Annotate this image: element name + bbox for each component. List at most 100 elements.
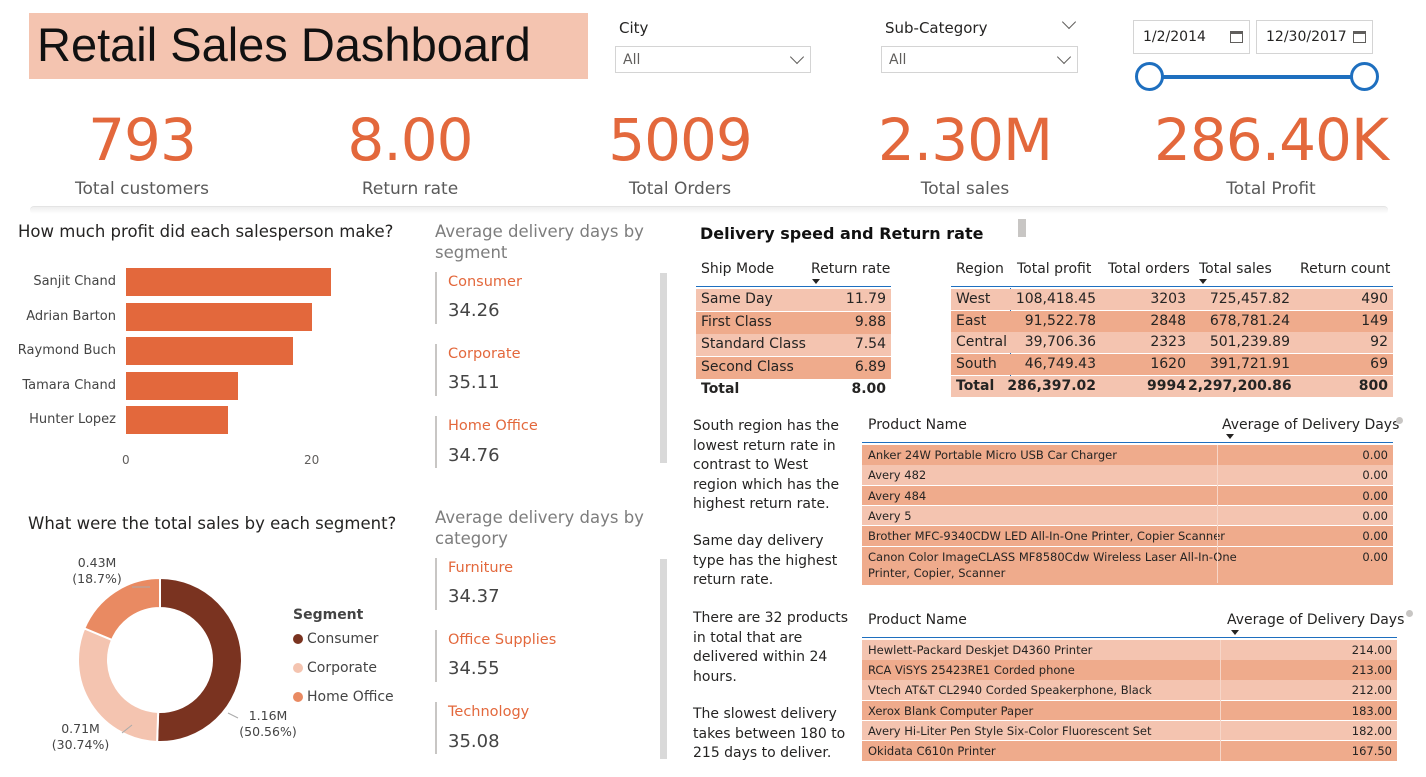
product-name-cell: Vtech AT&T CL2940 Corded Speakerphone, B…	[868, 683, 1152, 698]
profit-bar[interactable]	[126, 268, 331, 296]
sort-desc-icon[interactable]	[1199, 279, 1207, 284]
category-cards-scrollbar[interactable]	[660, 559, 667, 759]
header-underline	[696, 286, 891, 287]
sort-asc-icon[interactable]	[1226, 434, 1234, 439]
product-name-wrap: Printer, Copier, Scanner	[868, 566, 1006, 580]
column-divider	[1217, 445, 1218, 583]
card-accent	[435, 272, 437, 324]
region-total-cell: 2,297,200.86	[1188, 378, 1292, 394]
segment-card-value: 34.26	[448, 300, 500, 321]
fast-products-header[interactable]: Average of Delivery Days	[1222, 417, 1399, 433]
slow-products-header[interactable]: Product Name	[868, 612, 967, 628]
delivery-days-cell: 212.00	[1351, 683, 1392, 698]
chevron-down-icon	[1056, 49, 1072, 65]
date-range-end-handle[interactable]	[1350, 62, 1379, 91]
ship-table-header[interactable]: Ship Mode	[701, 261, 774, 277]
return-rate-cell: 7.54	[854, 336, 886, 352]
profit-bar[interactable]	[126, 371, 238, 400]
product-name-cell: Xerox Blank Computer Paper	[868, 703, 1034, 718]
delivery-days-cell: 214.00	[1351, 643, 1392, 657]
x-axis-tick: 20	[304, 453, 320, 467]
speed-section-title: Delivery speed and Return rate	[700, 224, 984, 243]
legend-item-corporate[interactable]: Corporate	[293, 660, 377, 676]
legend-item-consumer[interactable]: Consumer	[293, 631, 378, 647]
kpi-return-rate-label: Return rate	[361, 179, 459, 199]
end-date-input[interactable]: 12/30/2017	[1256, 20, 1373, 54]
profit-bar[interactable]	[126, 302, 312, 331]
calendar-icon[interactable]	[1230, 31, 1243, 43]
card-accent	[435, 702, 437, 754]
card-accent	[435, 630, 437, 682]
category-card-name: Furniture	[448, 560, 514, 576]
table-row[interactable]	[862, 505, 1393, 526]
donut-label-value: 0.71M	[61, 721, 100, 736]
date-range-track[interactable]	[1149, 75, 1364, 79]
region-table-header[interactable]: Total profit	[1017, 261, 1091, 277]
kpi-divider	[30, 206, 1388, 214]
scroll-handle[interactable]	[1018, 219, 1026, 237]
bar-label: Sanjit Chand	[33, 274, 116, 289]
profit-bar[interactable]	[126, 337, 294, 365]
region-table-header[interactable]: Region	[956, 261, 1004, 277]
segment-card-value: 35.11	[448, 372, 500, 393]
return-rate-cell: 11.79	[845, 291, 886, 307]
calendar-icon[interactable]	[1353, 31, 1366, 43]
table-row[interactable]	[862, 465, 1393, 485]
return-rate-cell: 9.88	[854, 313, 886, 330]
delivery-days-cell: 0.00	[1362, 468, 1388, 483]
product-name-cell: Anker 24W Portable Micro USB Car Charger	[868, 448, 1117, 462]
header-underline	[862, 442, 1393, 443]
category-card-name: Office Supplies	[448, 632, 557, 648]
ship-mode-cell: First Class	[701, 313, 772, 330]
region-cell: 501,239.89	[1209, 334, 1290, 351]
region-table-header[interactable]: Return count	[1300, 261, 1390, 277]
region-total-cell: 286,397.02	[1007, 378, 1096, 394]
segment-cards-scrollbar[interactable]	[660, 273, 667, 463]
region-cell: 3203	[1150, 291, 1186, 307]
delivery-days-cell: 0.00	[1362, 549, 1388, 564]
region-total-cell: 9994	[1147, 378, 1186, 394]
table-row[interactable]	[862, 485, 1393, 506]
start-date-input[interactable]: 1/2/2014	[1133, 20, 1250, 54]
kpi-total-orders-label: Total Orders	[628, 179, 732, 199]
product-name-cell: Hewlett-Packard Deskjet D4360 Printer	[868, 643, 1093, 657]
segment-card-name: Corporate	[448, 346, 521, 362]
profit-bar[interactable]	[126, 406, 229, 434]
slow-products-header[interactable]: Average of Delivery Days	[1227, 612, 1404, 628]
legend-item-home-office[interactable]: Home Office	[293, 689, 394, 705]
city-dropdown[interactable]: All	[615, 46, 811, 73]
product-name-cell: Avery 5	[868, 508, 912, 523]
product-name-cell: Avery 482	[868, 468, 927, 483]
region-cell: East	[956, 312, 987, 329]
region-cell: 391,721.91	[1209, 356, 1290, 373]
title-banner: Retail Sales Dashboard	[29, 13, 588, 79]
region-cell: 69	[1370, 356, 1388, 373]
legend-dot	[293, 663, 303, 673]
fast-products-header[interactable]: Product Name	[868, 417, 967, 433]
region-total-label: Total	[956, 378, 995, 394]
product-name-cell: Brother MFC-9340CDW LED All-In-One Print…	[868, 529, 1225, 544]
end-date-value: 12/30/2017	[1266, 29, 1347, 45]
sort-desc-icon[interactable]	[812, 279, 820, 284]
legend-dot	[293, 634, 303, 644]
page-title: Retail Sales Dashboard	[37, 18, 531, 71]
product-name-cell: RCA ViSYS 25423RE1 Corded phone	[868, 663, 1075, 678]
sort-desc-icon[interactable]	[1231, 630, 1239, 635]
salesperson-chart-title: How much profit did each salesperson mak…	[18, 222, 394, 241]
kpi-return-rate-value: 8.00	[347, 106, 473, 174]
more-options-icon[interactable]	[1406, 610, 1413, 617]
kpi-total-profit-value: 286.40K	[1154, 106, 1389, 174]
region-table-header[interactable]: Total sales	[1199, 261, 1272, 277]
subcategory-dropdown[interactable]: All	[881, 46, 1078, 73]
category-card-value: 35.08	[448, 731, 500, 752]
insight-text: The slowest delivery takes between 180 t…	[693, 706, 846, 761]
region-cell: West	[956, 291, 991, 307]
more-options-icon[interactable]	[1396, 417, 1403, 424]
region-cell: 2848	[1150, 312, 1186, 329]
date-range-start-handle[interactable]	[1135, 62, 1164, 91]
region-table-header[interactable]: Total orders	[1108, 261, 1190, 277]
insight-text: Same day delivery type has the highest r…	[693, 533, 838, 588]
chevron-down-icon[interactable]	[1061, 14, 1077, 30]
ship-table-header[interactable]: Return rate	[811, 261, 890, 277]
kpi-total-profit-label: Total Profit	[1226, 179, 1316, 199]
